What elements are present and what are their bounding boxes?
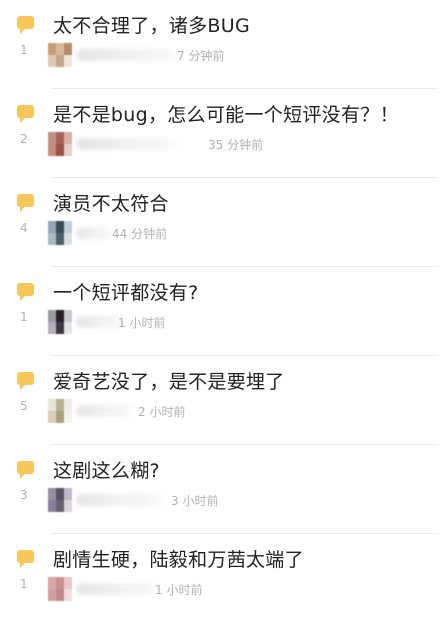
comment-meta: 44 分钟前 [48,221,428,245]
reply-count: 3 [20,488,28,502]
user-avatar[interactable] [48,488,72,512]
comment-title[interactable]: 爱奇艺没了，是不是要埋了 [53,367,285,394]
comment-item[interactable]: 4 演员不太符合 44 分钟前 [0,178,447,267]
comment-bubble-icon [17,105,34,123]
username-blurred[interactable] [76,583,162,595]
comment-bubble-icon [17,16,34,34]
comment-bubble-icon [17,194,34,212]
comment-time: 3 小时前 [171,494,219,508]
comment-item[interactable]: 2 是不是bug，怎么可能一个短评没有？！ 35 分钟前 [0,89,447,178]
user-avatar[interactable] [48,310,72,334]
comment-title[interactable]: 一个短评都没有? [53,278,199,305]
comment-meta: 7 分钟前 [48,43,428,67]
comment-meta: 3 小时前 [48,488,428,512]
user-avatar[interactable] [48,43,72,67]
comment-title[interactable]: 太不合理了，诸多BUG [53,11,250,38]
comment-time: 1 小时前 [118,316,166,330]
comment-bubble-icon [17,461,34,479]
reply-count: 5 [20,399,28,413]
user-avatar[interactable] [48,399,72,423]
comment-item[interactable]: 1 太不合理了，诸多BUG 7 分钟前 [0,0,447,89]
comment-item[interactable]: 1 剧情生硬，陆毅和万茜太端了 1 小时前 [0,534,447,623]
comment-meta: 2 小时前 [48,399,428,423]
comment-item[interactable]: 5 爱奇艺没了，是不是要埋了 2 小时前 [0,356,447,445]
comment-title[interactable]: 这剧这么糊? [53,456,160,483]
comment-bubble-icon [17,550,34,568]
user-avatar[interactable] [48,577,72,601]
comment-title[interactable]: 演员不太符合 [53,189,169,216]
user-avatar[interactable] [48,221,72,245]
username-blurred[interactable] [76,49,186,61]
comment-time: 2 小时前 [138,405,186,419]
comment-time: 7 分钟前 [177,49,225,63]
user-avatar[interactable] [48,132,72,156]
username-blurred[interactable] [76,227,114,239]
comment-bubble-icon [17,372,34,390]
username-blurred[interactable] [76,405,136,417]
username-blurred[interactable] [76,138,181,150]
comment-time: 44 分钟前 [112,227,168,241]
comment-meta: 35 分钟前 [48,132,428,156]
comment-meta: 1 小时前 [48,577,428,601]
comment-bubble-icon [17,283,34,301]
reply-count: 1 [20,43,28,57]
username-blurred[interactable] [76,494,168,506]
comment-item[interactable]: 1 一个短评都没有? 1 小时前 [0,267,447,356]
comment-meta: 1 小时前 [48,310,428,334]
comment-time: 35 分钟前 [208,138,264,152]
comment-time: 1 小时前 [155,583,203,597]
comment-title[interactable]: 剧情生硬，陆毅和万茜太端了 [53,545,304,572]
comment-title[interactable]: 是不是bug，怎么可能一个短评没有？！ [53,100,399,127]
reply-count: 1 [20,310,28,324]
reply-count: 4 [20,221,28,235]
comment-item[interactable]: 3 这剧这么糊? 3 小时前 [0,445,447,534]
reply-count: 2 [20,132,28,146]
